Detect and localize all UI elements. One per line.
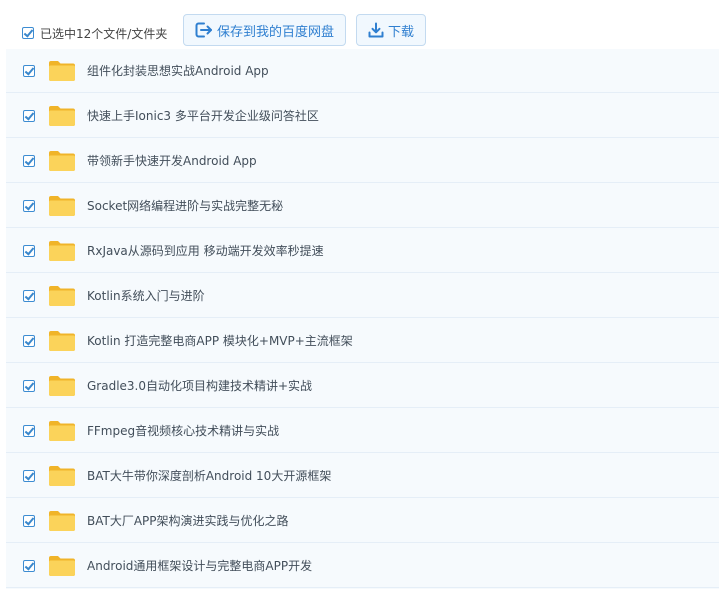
folder-icon — [49, 196, 75, 216]
file-checkbox[interactable] — [23, 425, 35, 437]
file-row[interactable]: Kotlin系统入门与进阶 — [6, 274, 719, 318]
folder-icon — [49, 106, 75, 126]
file-checkbox[interactable] — [23, 290, 35, 302]
folder-icon — [49, 421, 75, 441]
file-checkbox[interactable] — [23, 245, 35, 257]
folder-icon — [49, 331, 75, 351]
file-checkbox[interactable] — [23, 470, 35, 482]
file-name[interactable]: Kotlin 打造完整电商APP 模块化+MVP+主流框架 — [87, 333, 353, 349]
file-checkbox[interactable] — [23, 110, 35, 122]
folder-icon — [49, 376, 75, 396]
file-name[interactable]: 带领新手快速开发Android App — [87, 153, 257, 169]
folder-icon — [49, 241, 75, 261]
file-row[interactable]: BAT大牛带你深度剖析Android 10大开源框架 — [6, 454, 719, 498]
file-checkbox[interactable] — [23, 380, 35, 392]
file-name[interactable]: Gradle3.0自动化项目构建技术精讲+实战 — [87, 378, 312, 394]
file-checkbox[interactable] — [23, 65, 35, 77]
download-label: 下载 — [387, 24, 414, 40]
file-name[interactable]: BAT大牛带你深度剖析Android 10大开源框架 — [87, 468, 331, 484]
folder-icon — [49, 286, 75, 306]
save-to-cloud-icon — [195, 22, 213, 38]
file-row[interactable]: 带领新手快速开发Android App — [6, 139, 719, 183]
file-list: 组件化封装思想实战Android App 快速上手Ionic3 多平台开发企业级… — [6, 49, 719, 589]
file-checkbox[interactable] — [23, 155, 35, 167]
file-name[interactable]: RxJava从源码到应用 移动端开发效率秒提速 — [87, 243, 324, 259]
download-button[interactable]: 下载 — [356, 14, 426, 46]
file-row[interactable]: FFmpeg音视频核心技术精讲与实战 — [6, 409, 719, 453]
folder-icon — [49, 151, 75, 171]
select-all-toggle[interactable]: 已选中12个文件/文件夹 — [22, 25, 167, 41]
file-checkbox[interactable] — [23, 560, 35, 572]
folder-icon — [49, 466, 75, 486]
selection-count-label: 已选中12个文件/文件夹 — [40, 26, 168, 41]
file-row[interactable]: 组件化封装思想实战Android App — [6, 49, 719, 93]
download-icon — [368, 22, 384, 38]
select-all-checkbox[interactable] — [22, 27, 34, 39]
file-row[interactable]: Kotlin 打造完整电商APP 模块化+MVP+主流框架 — [6, 319, 719, 363]
folder-icon — [49, 556, 75, 576]
file-checkbox[interactable] — [23, 335, 35, 347]
file-name[interactable]: 快速上手Ionic3 多平台开发企业级问答社区 — [87, 108, 319, 124]
file-row[interactable]: Socket网络编程进阶与实战完整无秘 — [6, 184, 719, 228]
file-row[interactable]: Android通用框架设计与完整电商APP开发 — [6, 544, 719, 588]
file-name[interactable]: Android通用框架设计与完整电商APP开发 — [87, 558, 312, 574]
file-name[interactable]: Socket网络编程进阶与实战完整无秘 — [87, 198, 283, 214]
file-name[interactable]: Kotlin系统入门与进阶 — [87, 288, 205, 304]
save-to-netdisk-label: 保存到我的百度网盘 — [216, 24, 334, 40]
file-row[interactable]: 快速上手Ionic3 多平台开发企业级问答社区 — [6, 94, 719, 138]
file-row[interactable]: Gradle3.0自动化项目构建技术精讲+实战 — [6, 364, 719, 408]
save-to-netdisk-button[interactable]: 保存到我的百度网盘 — [183, 14, 346, 46]
file-name[interactable]: 组件化封装思想实战Android App — [87, 63, 269, 79]
file-name[interactable]: FFmpeg音视频核心技术精讲与实战 — [87, 423, 279, 439]
file-checkbox[interactable] — [23, 515, 35, 527]
file-row[interactable]: BAT大厂APP架构演进实践与优化之路 — [6, 499, 719, 543]
file-name[interactable]: BAT大厂APP架构演进实践与优化之路 — [87, 513, 289, 529]
file-row[interactable]: RxJava从源码到应用 移动端开发效率秒提速 — [6, 229, 719, 273]
folder-icon — [49, 511, 75, 531]
file-checkbox[interactable] — [23, 200, 35, 212]
folder-icon — [49, 61, 75, 81]
